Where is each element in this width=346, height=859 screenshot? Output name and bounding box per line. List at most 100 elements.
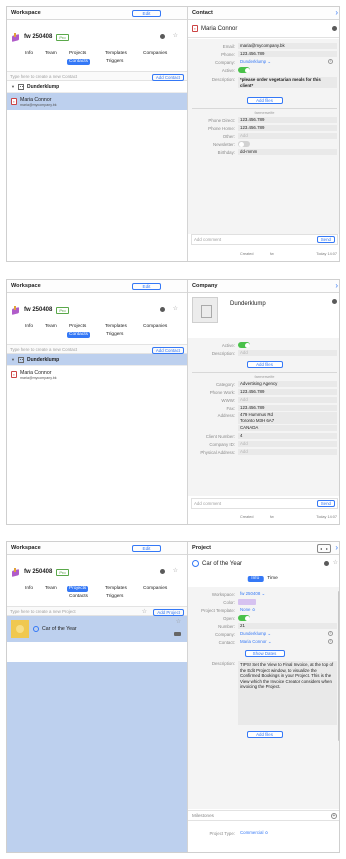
address-line-2[interactable]: Toronto M3H 6A7 bbox=[238, 418, 337, 424]
list-item[interactable]: ▪ Maria Connor maria@mycompany.bk bbox=[7, 93, 187, 110]
workspace-icon bbox=[12, 306, 20, 314]
project-type-select[interactable]: Commercial ≎ bbox=[238, 830, 337, 836]
address-line-3[interactable]: CANADA bbox=[238, 425, 337, 431]
project-name: Car of the Year bbox=[42, 626, 77, 632]
company-group-header[interactable]: ▼ Dunderklump bbox=[7, 81, 187, 93]
tab-projects[interactable]: Projects bbox=[67, 51, 88, 57]
tab-projects[interactable]: Projects bbox=[67, 586, 89, 592]
open-toggle[interactable] bbox=[238, 615, 250, 621]
edit-button[interactable]: Edit bbox=[132, 283, 161, 290]
tab-templates[interactable]: Templates bbox=[103, 51, 129, 57]
star-icon[interactable]: ☆ bbox=[333, 560, 338, 566]
send-button[interactable]: Send bbox=[316, 236, 335, 243]
star-filter-icon[interactable]: ☆ bbox=[142, 609, 147, 615]
show-dates-button[interactable]: Show Dates bbox=[244, 650, 285, 657]
tab-team[interactable]: Team bbox=[43, 586, 59, 592]
phone-field[interactable]: 123.456.789 bbox=[238, 51, 337, 57]
active-toggle[interactable] bbox=[238, 342, 250, 348]
edit-button[interactable]: Edit bbox=[132, 545, 161, 552]
physical-address-field[interactable]: Add bbox=[238, 449, 337, 455]
other-field[interactable]: Add bbox=[238, 133, 337, 139]
email-field[interactable]: maria@mycompany.bk bbox=[238, 43, 337, 49]
add-milestone-icon[interactable]: + bbox=[331, 813, 337, 819]
add-contact-button[interactable]: Add Contact bbox=[151, 346, 184, 354]
company-select[interactable]: Dunderklump ⌄ bbox=[238, 59, 337, 65]
list-item[interactable]: Car of the Year ☆ bbox=[7, 616, 187, 642]
detail-header: Contact › bbox=[188, 7, 339, 20]
add-project-button[interactable]: Add Project bbox=[153, 608, 184, 616]
category-field[interactable]: Advertising Agency bbox=[238, 381, 337, 387]
phone-work-field[interactable]: 123.456.789 bbox=[238, 389, 337, 395]
milestones-section[interactable]: Milestones + bbox=[188, 810, 339, 821]
description-field[interactable]: Add bbox=[238, 350, 337, 356]
tab-templates[interactable]: Templates bbox=[103, 324, 129, 330]
phone-home-field[interactable]: 123.456.789 bbox=[238, 125, 337, 131]
tab-companies[interactable]: Companies bbox=[141, 586, 169, 592]
project-template-select[interactable]: None ≎ bbox=[238, 607, 337, 613]
www-field[interactable]: Add bbox=[238, 397, 337, 403]
tab-contacts[interactable]: Contacts bbox=[67, 594, 90, 600]
star-icon[interactable]: ☆ bbox=[173, 306, 178, 312]
tab-team[interactable]: Team bbox=[43, 51, 59, 57]
segment-time[interactable]: Time bbox=[263, 576, 281, 582]
field-label: Newsletter: bbox=[213, 141, 235, 147]
client-number-field[interactable]: 4 bbox=[238, 433, 337, 439]
description-field[interactable]: TIPS! Set the View to Final Invoice, at … bbox=[238, 661, 337, 725]
workspace-select[interactable]: fw 250408 ⌄ bbox=[238, 591, 337, 597]
company-select[interactable]: Dunderklump ⌄ bbox=[238, 631, 337, 637]
info-icon[interactable]: i bbox=[328, 59, 333, 64]
tab-info[interactable]: Info bbox=[23, 51, 35, 57]
add-contact-button[interactable]: Add Contact bbox=[151, 73, 184, 81]
tab-projects[interactable]: Projects bbox=[67, 324, 88, 330]
color-swatch[interactable] bbox=[238, 599, 256, 605]
comment-input[interactable]: Add comment Send bbox=[191, 498, 338, 509]
tab-info[interactable]: Info bbox=[23, 586, 35, 592]
birthday-field[interactable]: dd-mmm bbox=[238, 149, 337, 155]
tab-triggers[interactable]: Triggers bbox=[104, 594, 125, 600]
project-status-circle-icon[interactable] bbox=[33, 626, 39, 632]
number-field[interactable]: 21 bbox=[238, 623, 337, 629]
info-icon[interactable]: i bbox=[328, 631, 333, 636]
edit-button[interactable]: Edit bbox=[132, 10, 161, 17]
description-field[interactable]: *please order vegetarian meals for this … bbox=[238, 77, 337, 88]
comment-input[interactable]: Add comment Send bbox=[191, 234, 338, 245]
tab-team[interactable]: Team bbox=[43, 324, 59, 330]
tab-companies[interactable]: Companies bbox=[141, 324, 169, 330]
project-status-circle-icon[interactable] bbox=[192, 560, 199, 567]
add-files-button[interactable]: Add files bbox=[246, 731, 283, 738]
next-icon[interactable]: ▸ bbox=[324, 545, 330, 552]
star-icon[interactable]: ☆ bbox=[176, 619, 181, 625]
tab-triggers[interactable]: Triggers bbox=[104, 59, 125, 65]
send-button[interactable]: Send bbox=[316, 500, 335, 507]
phone-direct-field[interactable]: 123.456.789 bbox=[238, 117, 337, 123]
tab-contacts[interactable]: Contacts bbox=[67, 59, 90, 65]
segment-info[interactable]: Info bbox=[247, 576, 264, 582]
add-files-button[interactable]: Add files bbox=[246, 361, 283, 368]
list-item[interactable]: ▪ Maria Connor maria@mycompany.bk bbox=[7, 366, 187, 383]
tab-companies[interactable]: Companies bbox=[141, 51, 169, 57]
new-contact-input[interactable]: Type here to create a new Contact bbox=[10, 74, 77, 79]
company-id-field[interactable]: Add bbox=[238, 441, 337, 447]
disclosure-triangle-icon[interactable]: ▼ bbox=[11, 357, 15, 362]
tab-triggers[interactable]: Triggers bbox=[104, 332, 125, 338]
chevron-right-icon[interactable]: › bbox=[335, 544, 338, 552]
new-contact-input[interactable]: Type here to create a new Contact bbox=[10, 347, 77, 352]
scrollbar[interactable] bbox=[338, 591, 339, 741]
chevron-right-icon[interactable]: › bbox=[335, 282, 338, 290]
disclosure-triangle-icon[interactable]: ▼ bbox=[11, 84, 15, 89]
active-toggle[interactable] bbox=[238, 67, 250, 73]
star-icon[interactable]: ☆ bbox=[173, 568, 178, 574]
new-project-input[interactable]: Type here to create a new Project bbox=[10, 609, 76, 614]
info-icon[interactable]: i bbox=[328, 639, 333, 644]
company-logo-placeholder[interactable] bbox=[192, 297, 218, 323]
tab-contacts[interactable]: Contacts bbox=[67, 332, 90, 338]
tab-templates[interactable]: Templates bbox=[103, 586, 129, 592]
company-group-header[interactable]: ▼ Dunderklump bbox=[7, 354, 187, 366]
contact-select[interactable]: Maria Connor ⌄ bbox=[238, 639, 337, 645]
chevron-right-icon[interactable]: › bbox=[335, 9, 338, 17]
star-icon[interactable]: ☆ bbox=[173, 33, 178, 39]
newsletter-toggle[interactable] bbox=[238, 141, 250, 147]
fax-field[interactable]: 123.456.789 bbox=[238, 405, 337, 411]
tab-info[interactable]: Info bbox=[23, 324, 35, 330]
add-files-button[interactable]: Add files bbox=[246, 97, 283, 104]
